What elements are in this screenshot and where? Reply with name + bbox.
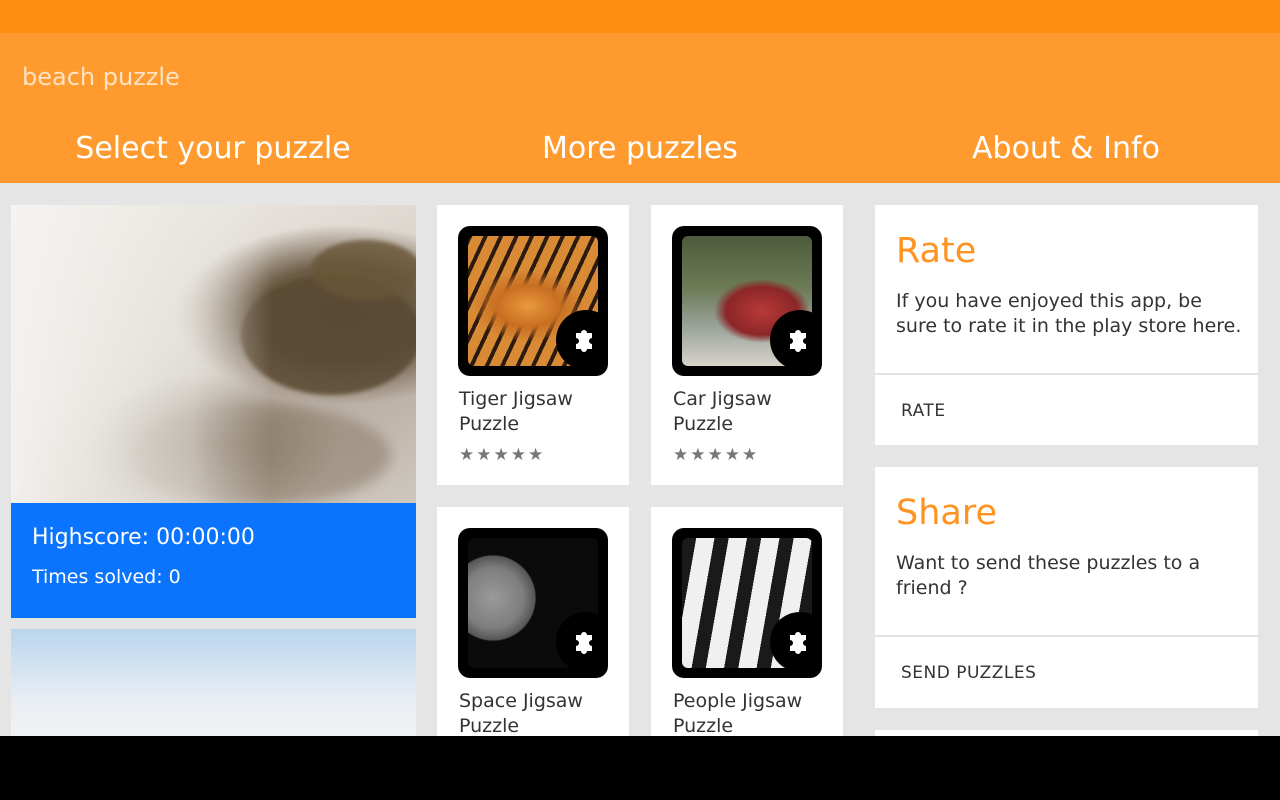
app-card-people[interactable]: People Jigsaw Puzzle bbox=[651, 507, 843, 736]
tab-more-puzzles[interactable]: More puzzles bbox=[427, 131, 853, 166]
app-card-tiger[interactable]: Tiger Jigsaw Puzzle ★★★★★ bbox=[437, 205, 629, 485]
status-bar bbox=[0, 0, 1280, 33]
send-puzzles-button[interactable]: SEND PUZZLES bbox=[901, 663, 1036, 683]
mist-overlay bbox=[11, 205, 271, 503]
times-solved-label: Times solved: 0 bbox=[32, 566, 181, 588]
app-card-car[interactable]: Car Jigsaw Puzzle ★★★★★ bbox=[651, 205, 843, 485]
rating-stars: ★★★★★ bbox=[673, 445, 760, 465]
people-image-icon bbox=[672, 528, 822, 678]
rate-text: If you have enjoyed this app, be sure to… bbox=[896, 290, 1242, 337]
app-bar: beach puzzle Select your puzzle More puz… bbox=[0, 33, 1280, 183]
tab-select-your-puzzle[interactable]: Select your puzzle bbox=[0, 131, 426, 166]
car-image-icon bbox=[672, 226, 822, 376]
rate-card: Rate If you have enjoyed this app, be su… bbox=[875, 205, 1258, 445]
highscore-label: Highscore: 00:00:00 bbox=[32, 525, 255, 550]
app-name: Tiger Jigsaw Puzzle bbox=[459, 388, 573, 435]
puzzle-card-beach[interactable]: Highscore: 00:00:00 Times solved: 0 bbox=[11, 205, 416, 618]
puzzle-piece-icon bbox=[770, 310, 822, 370]
rate-title: Rate bbox=[896, 231, 977, 271]
puzzle-card-sky[interactable] bbox=[11, 629, 416, 736]
tab-about-info[interactable]: About & Info bbox=[853, 131, 1279, 166]
puzzle-piece-icon bbox=[770, 612, 822, 672]
tiger-image-icon bbox=[458, 226, 608, 376]
content-area: Highscore: 00:00:00 Times solved: 0 Tige… bbox=[0, 183, 1280, 736]
puzzle-piece-icon bbox=[556, 612, 608, 672]
share-text: Want to send these puzzles to a friend ? bbox=[896, 552, 1201, 599]
puzzle-score-panel[interactable]: Highscore: 00:00:00 Times solved: 0 bbox=[11, 503, 416, 618]
app-name: Car Jigsaw Puzzle bbox=[673, 388, 772, 435]
app-name: Space Jigsaw Puzzle bbox=[459, 690, 583, 736]
rock-shape bbox=[311, 240, 416, 300]
divider bbox=[875, 373, 1258, 375]
app-name: People Jigsaw Puzzle bbox=[673, 690, 803, 736]
puzzle-image-sky[interactable] bbox=[11, 629, 416, 736]
share-title: Share bbox=[896, 493, 998, 533]
divider bbox=[875, 635, 1258, 637]
navigation-bar bbox=[0, 736, 1280, 800]
rate-button[interactable]: RATE bbox=[901, 401, 946, 421]
share-card: Share Want to send these puzzles to a fr… bbox=[875, 467, 1258, 708]
rating-stars: ★★★★★ bbox=[459, 445, 546, 465]
app-title: beach puzzle bbox=[22, 63, 180, 91]
app-card-space[interactable]: Space Jigsaw Puzzle bbox=[437, 507, 629, 736]
puzzle-piece-icon bbox=[556, 310, 608, 370]
moon-image-icon bbox=[458, 528, 608, 678]
puzzle-image-beach[interactable] bbox=[11, 205, 416, 503]
